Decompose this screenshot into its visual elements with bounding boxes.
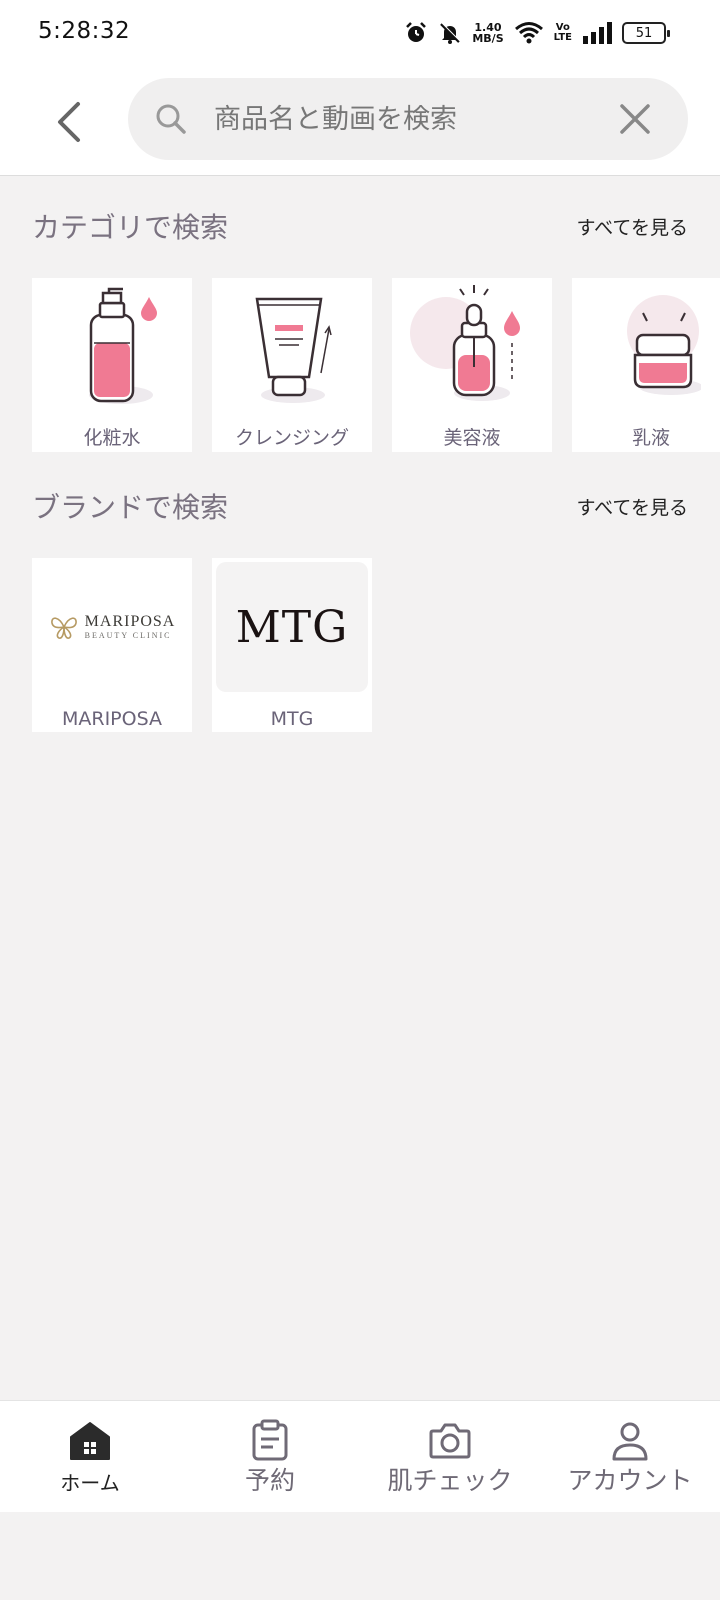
clipboard-icon (252, 1419, 288, 1461)
category-card-serum[interactable]: 美容液 (392, 278, 552, 452)
nav-reservation-label: 予約 (244, 1466, 295, 1495)
category-label: 美容液 (443, 427, 501, 449)
category-label: クレンジング (234, 427, 349, 449)
bottom-navigation: ホーム 予約 肌チェック アカウント (0, 1400, 720, 1512)
chevron-left-icon (58, 102, 80, 142)
network-speed: 1.40 MB/S (472, 22, 503, 44)
close-icon (620, 104, 650, 134)
mtg-logo: MTG (216, 562, 368, 692)
mariposa-logo: MARIPOSA BEAUTY CLINIC (36, 562, 188, 692)
search-input[interactable] (214, 92, 594, 146)
brand-label: MTG (270, 708, 314, 730)
network-speed-unit: MB/S (472, 32, 504, 45)
category-section-header: カテゴリで検索 すべてを見る (32, 206, 688, 246)
signal-icon (582, 22, 612, 44)
brand-section-title: ブランドで検索 (32, 491, 229, 524)
brand-see-all-link[interactable]: すべてを見る (576, 493, 688, 520)
home-icon (70, 1422, 110, 1460)
nav-reservation[interactable]: 予約 (180, 1401, 360, 1513)
battery-level: 51 (635, 25, 653, 41)
wifi-icon (514, 21, 544, 45)
user-icon (612, 1422, 648, 1461)
category-card-toner[interactable]: 化粧水 (32, 278, 192, 452)
mtg-logo-text: MTG (235, 601, 349, 653)
status-bar: 5:28:32 1.40 MB/S Vo LTE 51 (0, 0, 720, 66)
nav-home-label: ホーム (60, 1471, 120, 1495)
search-bar (128, 78, 688, 160)
mute-bell-icon (438, 21, 462, 45)
category-card-emulsion[interactable]: 乳液 (572, 278, 720, 452)
nav-home[interactable]: ホーム (0, 1401, 180, 1513)
brand-card-mariposa[interactable]: MARIPOSA BEAUTY CLINIC MARIPOSA (32, 558, 192, 732)
nav-skin-check[interactable]: 肌チェック (360, 1401, 540, 1513)
battery-indicator: 51 (622, 22, 670, 44)
search-header (0, 66, 720, 176)
status-icons: 1.40 MB/S Vo LTE 51 (404, 18, 670, 48)
brand-card-mtg[interactable]: MTG MTG (212, 558, 372, 732)
brand-section-header: ブランドで検索 すべてを見る (32, 486, 688, 526)
butterfly-icon (50, 617, 77, 639)
alarm-icon (404, 21, 428, 45)
cleansing-tube-icon (212, 278, 372, 414)
category-label: 化粧水 (83, 427, 141, 449)
volte-indicator: Vo LTE (554, 23, 572, 43)
camera-icon (429, 1423, 471, 1459)
category-section-title: カテゴリで検索 (32, 211, 229, 244)
category-card-cleansing[interactable]: クレンジング (212, 278, 372, 452)
toner-bottle-icon (32, 278, 192, 414)
serum-dropper-icon (392, 278, 552, 414)
category-label: 乳液 (631, 427, 670, 449)
nav-account-label: アカウント (567, 1466, 693, 1495)
search-icon (156, 104, 186, 134)
emulsion-jar-icon (572, 278, 720, 414)
nav-skin-check-label: 肌チェック (387, 1466, 513, 1495)
clear-search-button[interactable] (616, 100, 654, 138)
mariposa-logo-sub: BEAUTY CLINIC (84, 631, 172, 640)
brand-label: MARIPOSA (61, 708, 163, 730)
nav-account[interactable]: アカウント (540, 1401, 720, 1513)
category-see-all-link[interactable]: すべてを見る (576, 213, 688, 240)
volte-bottom: LTE (553, 32, 572, 43)
status-time: 5:28:32 (38, 18, 131, 44)
mariposa-logo-name: MARIPOSA (84, 613, 176, 630)
back-button[interactable] (44, 94, 94, 150)
